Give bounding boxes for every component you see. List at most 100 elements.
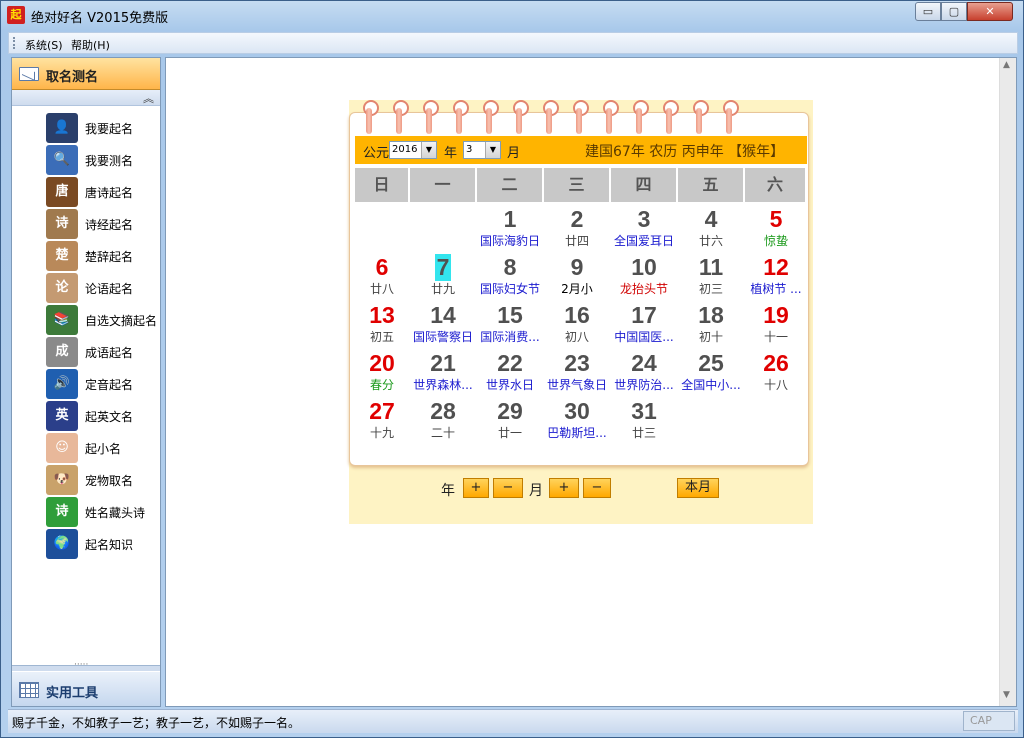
nav-group-header-naming[interactable]: 取名测名 (12, 58, 160, 90)
menu-help[interactable]: 帮助(H) (71, 37, 110, 53)
caps-lock-indicator: CAP (963, 711, 1015, 731)
day-cell[interactable]: 19 十一 (743, 302, 809, 350)
day-cell[interactable]: 21 世界森林... (410, 350, 476, 398)
day-cell[interactable]: 25 全国中小... (678, 350, 744, 398)
binder-ring-icon (363, 100, 379, 136)
binder-ring-icon (663, 100, 679, 136)
nav-item[interactable]: 🔍 我要测名 (12, 144, 160, 176)
year-select-value: 2016 (392, 144, 418, 155)
day-number: 21 (430, 350, 456, 376)
day-cell[interactable]: 10 龙抬头节 (611, 254, 677, 302)
year-minus-button[interactable]: − (493, 478, 523, 498)
day-cell[interactable]: 24 世界防治... (611, 350, 677, 398)
nav-group-header-tools[interactable]: 实用工具 (12, 672, 160, 706)
month-minus-button[interactable]: − (583, 478, 611, 498)
nav-item-label: 楚辞起名 (85, 250, 134, 264)
nav-item[interactable]: 唐唐诗起名 (12, 176, 160, 208)
year-select[interactable]: 2016 ▼ (389, 141, 437, 159)
this-month-button[interactable]: 本月 (677, 478, 719, 498)
day-cell[interactable]: 13 初五 (349, 302, 415, 350)
lunar-date: 初五 (369, 330, 394, 344)
day-cell[interactable]: 15 国际消费... (477, 302, 543, 350)
day-cell[interactable]: 14 国际警察日 (410, 302, 476, 350)
day-number: 8 (503, 254, 517, 280)
day-cell[interactable]: 11 初三 (678, 254, 744, 302)
day-cell[interactable]: 8 国际妇女节 (477, 254, 543, 302)
year-plus-button[interactable]: + (463, 478, 489, 498)
day-cell[interactable]: 27 十九 (349, 398, 415, 446)
day-cell[interactable]: 6 廿八 (349, 254, 415, 302)
nav-item-label: 起英文名 (85, 410, 134, 424)
maximize-button[interactable]: ▢ (941, 2, 967, 21)
day-cell[interactable]: 22 世界水日 (477, 350, 543, 398)
day-cell[interactable]: 5 惊蛰 (743, 206, 809, 254)
collapse-chevron-icon[interactable]: ︽ (143, 90, 154, 106)
day-cell[interactable]: 12 植树节 ... (743, 254, 809, 302)
navigation-panel: 取名测名 ︽ 👤 我要起名 🔍 我要测名唐唐诗起名诗诗经起名楚楚辞起名论论语起名 📚 自选… (11, 57, 161, 707)
day-cell[interactable]: 16 初八 (544, 302, 610, 350)
day-cell[interactable]: 31 廿三 (611, 398, 677, 446)
lunar-date: 廿三 (631, 426, 656, 440)
shijing-scroll-icon: 诗 (46, 209, 78, 239)
nav-item[interactable]: 英起英文名 (12, 400, 160, 432)
status-proverb: 赐子千金，不如教子一艺；教子一艺，不如赐子一名。 (12, 716, 301, 730)
collapse-bar[interactable]: ︽ (12, 90, 160, 106)
day-cell[interactable]: 20 春分 (349, 350, 415, 398)
festival-label: 巴勒斯坦... (547, 426, 607, 440)
title-bar[interactable]: 起 绝对好名 V2015免费版 ▭ ▢ ✕ (1, 1, 1023, 31)
nav-item[interactable]: 论论语起名 (12, 272, 160, 304)
year-nav-label: 年 (441, 483, 455, 499)
day-cell[interactable]: 18 初十 (678, 302, 744, 350)
vertical-scrollbar[interactable]: ▲ ▼ (999, 58, 1016, 706)
day-cell[interactable]: 1 国际海豹日 (477, 206, 543, 254)
month-select[interactable]: 3 ▼ (463, 141, 501, 159)
nav-item[interactable]: 📚 自选文摘起名 (12, 304, 160, 336)
binder-ring-icon (723, 100, 739, 136)
scroll-down-arrow-icon[interactable]: ▼ (1003, 690, 1010, 700)
day-cell[interactable]: 29 廿一 (477, 398, 543, 446)
day-number: 4 (704, 206, 718, 232)
festival-label: 世界气象日 (546, 378, 607, 392)
day-cell[interactable]: 28 二十 (410, 398, 476, 446)
dropdown-arrow-icon[interactable]: ▼ (421, 142, 436, 158)
dropdown-arrow-icon[interactable]: ▼ (485, 142, 500, 158)
toolbar-grip-icon[interactable] (13, 37, 15, 49)
lunar-date: 十一 (763, 330, 788, 344)
day-cell[interactable]: 17 中国国医... (611, 302, 677, 350)
close-button[interactable]: ✕ (967, 2, 1013, 21)
day-number: 5 (769, 206, 783, 232)
day-cell[interactable]: 9 2月小 (544, 254, 610, 302)
calendar-widget: 公元 2016 ▼ 年 3 ▼ 月 建国67年 农历 丙申年 【猴年】 日一二三… (349, 100, 813, 524)
menu-system[interactable]: 系统(S) (25, 37, 63, 53)
nav-item[interactable]: 🐶 宠物取名 (12, 464, 160, 496)
calendar-controls: 年 + − 月 + − 本月 (349, 466, 813, 524)
binder-ring-icon (633, 100, 649, 136)
day-number: 16 (564, 302, 590, 328)
nav-item[interactable]: 成成语起名 (12, 336, 160, 368)
panel-splitter[interactable]: ····· (12, 660, 160, 671)
day-cell[interactable]: 3 全国爱耳日 (611, 206, 677, 254)
speaker-icon: 🔊 (46, 369, 78, 399)
binder-ring-icon (453, 100, 469, 136)
nav-item[interactable]: 🔊 定音起名 (12, 368, 160, 400)
nav-item[interactable]: 🌍 起名知识 (12, 528, 160, 560)
day-cell[interactable]: 30 巴勒斯坦... (544, 398, 610, 446)
nav-item-label: 姓名藏头诗 (85, 506, 146, 520)
weekday-label: 日 (355, 168, 410, 202)
weekday-header: 日一二三四五六 (355, 168, 807, 202)
weekday-label: 四 (611, 168, 678, 202)
nav-item[interactable]: 诗姓名藏头诗 (12, 496, 160, 528)
day-cell[interactable]: 2 廿四 (544, 206, 610, 254)
day-cell[interactable]: 4 廿六 (678, 206, 744, 254)
day-cell[interactable]: 23 世界气象日 (544, 350, 610, 398)
minimize-button[interactable]: ▭ (915, 2, 941, 21)
month-plus-button[interactable]: + (549, 478, 579, 498)
nav-item[interactable]: ☺ 起小名 (12, 432, 160, 464)
nav-item[interactable]: 👤 我要起名 (12, 112, 160, 144)
day-cell[interactable]: 26 十八 (743, 350, 809, 398)
nav-item[interactable]: 诗诗经起名 (12, 208, 160, 240)
nav-item[interactable]: 楚楚辞起名 (12, 240, 160, 272)
day-cell[interactable]: 7 廿九 (410, 254, 476, 302)
weekday-label: 六 (745, 168, 807, 202)
scroll-up-arrow-icon[interactable]: ▲ (1003, 60, 1010, 70)
